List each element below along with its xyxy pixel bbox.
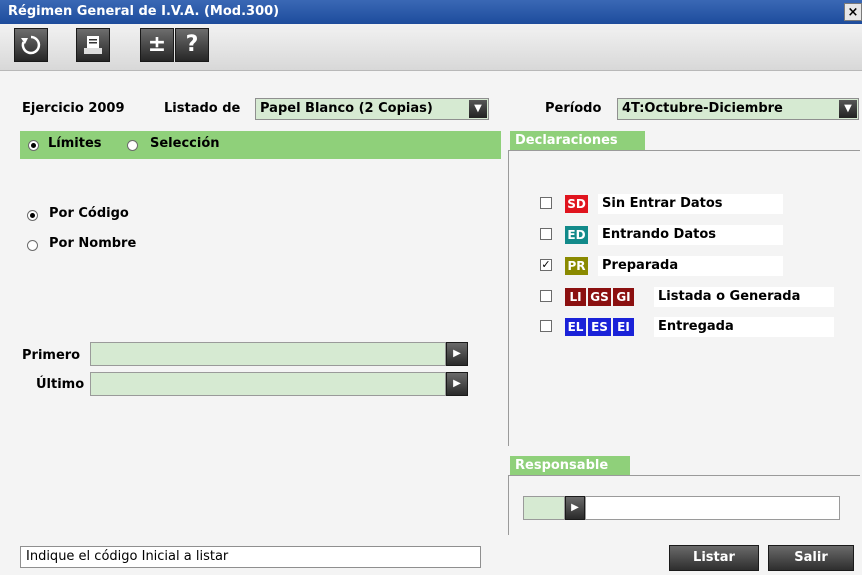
responsable-code-field[interactable]	[523, 496, 565, 520]
declaracion-checkbox[interactable]	[540, 197, 552, 209]
toolbar: ± ?	[0, 24, 862, 71]
close-button[interactable]: ×	[844, 3, 862, 21]
limites-label[interactable]: Límites	[48, 136, 102, 151]
refresh-icon	[21, 35, 41, 55]
declaracion-checkbox[interactable]	[540, 290, 552, 302]
primero-lookup-button[interactable]: ▶	[446, 342, 468, 366]
ultimo-lookup-button[interactable]: ▶	[446, 372, 468, 396]
declaracion-checkbox[interactable]	[540, 228, 552, 240]
chevron-down-icon[interactable]: ▼	[469, 100, 487, 118]
window-title: Régimen General de I.V.A. (Mod.300)	[8, 4, 280, 19]
seleccion-radio[interactable]	[127, 140, 138, 151]
ed-badge: ED	[565, 226, 588, 244]
periodo-label: Período	[545, 101, 602, 116]
li-badge: LI	[565, 288, 586, 306]
responsable-name-field[interactable]	[585, 496, 840, 520]
ultimo-field[interactable]	[90, 372, 446, 396]
main-window: Régimen General de I.V.A. (Mod.300) × ± …	[0, 0, 862, 575]
declaracion-label: Preparada	[598, 256, 783, 276]
gs-badge: GS	[588, 288, 611, 306]
refresh-button[interactable]	[14, 28, 48, 62]
status-bar: Indique el código Inicial a listar	[20, 546, 481, 568]
listado-select[interactable]: Papel Blanco (2 Copias) ▼	[255, 98, 489, 120]
mode-bar: Límites Selección	[20, 131, 501, 159]
declaracion-checkbox[interactable]	[540, 320, 552, 332]
declaracion-label: Entregada	[654, 317, 834, 337]
responsable-tab: Responsable	[510, 456, 630, 475]
periodo-select[interactable]: 4T:Octubre-Diciembre ▼	[617, 98, 859, 120]
listado-label: Listado de	[164, 101, 241, 116]
salir-button[interactable]: Salir	[768, 545, 854, 571]
ei-badge: EI	[613, 318, 634, 336]
ejercicio-label: Ejercicio 2009	[22, 101, 125, 116]
por-nombre-label[interactable]: Por Nombre	[49, 236, 136, 251]
sd-badge: SD	[565, 195, 588, 213]
seleccion-label[interactable]: Selección	[150, 136, 220, 151]
declaracion-label: Entrando Datos	[598, 225, 783, 245]
listar-button[interactable]: Listar	[669, 545, 759, 571]
primero-label: Primero	[22, 348, 81, 363]
declaracion-checkbox-checked[interactable]: ✓	[540, 259, 552, 271]
gi-badge: GI	[613, 288, 634, 306]
help-button[interactable]: ?	[175, 28, 209, 62]
primero-field[interactable]	[90, 342, 446, 366]
por-codigo-radio[interactable]	[27, 210, 38, 221]
chevron-down-icon[interactable]: ▼	[839, 100, 857, 118]
limites-radio[interactable]	[28, 140, 39, 151]
declaraciones-tab: Declaraciones	[510, 131, 645, 150]
por-nombre-radio[interactable]	[27, 240, 38, 251]
pr-badge: PR	[565, 257, 588, 275]
es-badge: ES	[588, 318, 611, 336]
printer-icon	[84, 36, 102, 54]
el-badge: EL	[565, 318, 586, 336]
por-codigo-label[interactable]: Por Código	[49, 206, 129, 221]
responsable-lookup-button[interactable]: ▶	[565, 496, 585, 520]
declaracion-label: Listada o Generada	[654, 287, 834, 307]
listado-value: Papel Blanco (2 Copias)	[260, 101, 433, 116]
declaracion-label: Sin Entrar Datos	[598, 194, 783, 214]
print-button[interactable]	[76, 28, 110, 62]
periodo-value: 4T:Octubre-Diciembre	[622, 101, 783, 116]
title-bar: Régimen General de I.V.A. (Mod.300) ×	[0, 0, 862, 24]
ultimo-label: Último	[36, 377, 85, 392]
plus-minus-button[interactable]: ±	[140, 28, 174, 62]
